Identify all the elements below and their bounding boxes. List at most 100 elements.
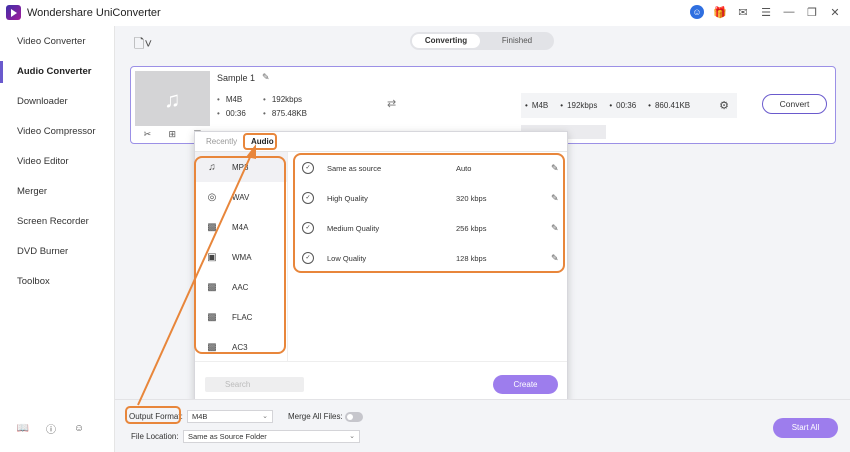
target-info[interactable]: • M4B • 192kbps • 00:36 • 860.41KB ⚙ xyxy=(521,93,737,118)
help-icon[interactable]: ⓘ xyxy=(45,422,57,436)
sidebar-item-merger[interactable]: Merger xyxy=(0,177,114,207)
merge-all-toggle[interactable] xyxy=(345,412,363,422)
target-duration: 00:36 xyxy=(616,101,637,110)
bottom-bar: Output Format: M4B ⌄ Merge All Files: Fi… xyxy=(115,399,850,452)
quality-name: Same as source xyxy=(327,163,382,173)
output-format-select[interactable]: M4B ⌄ xyxy=(187,410,273,423)
sidebar-item-audio-converter[interactable]: Audio Converter xyxy=(0,57,114,87)
quality-list: ✓ Same as source Auto ✎ ✓ High Quality 3… xyxy=(289,152,567,361)
source-bitrate: • 192kbps xyxy=(263,95,303,104)
quality-row[interactable]: ✓ Medium Quality 256 kbps ✎ xyxy=(289,213,567,243)
category-label: AAC xyxy=(232,282,249,292)
quality-icon: ✓ xyxy=(302,222,314,234)
target-format: M4B xyxy=(531,101,549,110)
convert-arrow-icon: ⇄ xyxy=(387,98,397,110)
close-icon[interactable]: ✕ xyxy=(828,5,842,19)
chevron-down-icon: ⌄ xyxy=(349,433,355,440)
scissors-icon[interactable]: ✂ xyxy=(144,129,152,140)
search-input[interactable] xyxy=(205,377,304,392)
popup-tabs: Recently Audio xyxy=(195,132,567,152)
edit-name-icon[interactable]: ✎ xyxy=(262,72,270,83)
quality-row[interactable]: ✓ Low Quality 128 kbps ✎ xyxy=(289,243,567,273)
edit-icon[interactable]: ✎ xyxy=(551,253,559,264)
app-title: Wondershare UniConverter xyxy=(27,7,161,19)
edit-icon[interactable]: ✎ xyxy=(551,193,559,204)
sidebar-item-toolbox[interactable]: Toolbox xyxy=(0,267,114,297)
category-label: WAV xyxy=(232,192,250,202)
category-ac3[interactable]: ▩ AC3 xyxy=(195,332,287,361)
sidebar-item-video-converter[interactable]: Video Converter xyxy=(0,27,114,57)
popup-footer: ⚲ Create xyxy=(195,361,567,404)
quality-row[interactable]: ✓ Same as source Auto ✎ xyxy=(289,153,567,183)
file-location-value: Same as Source Folder xyxy=(188,432,267,441)
tab-recently[interactable]: Recently xyxy=(206,137,237,146)
gift-icon[interactable]: 🎁 xyxy=(713,5,727,19)
sidebar: Video Converter Audio Converter Download… xyxy=(0,26,115,452)
output-format-label: Output Format: xyxy=(129,412,183,421)
title-bar-icons: ☺ 🎁 ✉ ☰ — ❐ ✕ xyxy=(690,5,842,19)
source-size-value: 875.48KB xyxy=(271,109,307,118)
account-icon[interactable]: ☺ xyxy=(73,422,85,434)
category-label: FLAC xyxy=(232,312,253,322)
sidebar-item-video-editor[interactable]: Video Editor xyxy=(0,147,114,177)
source-size: • 875.48KB xyxy=(263,109,307,118)
sidebar-item-dvd-burner[interactable]: DVD Burner xyxy=(0,237,114,267)
convert-button[interactable]: Convert xyxy=(762,94,827,114)
quality-icon: ✓ xyxy=(302,162,314,174)
maximize-icon[interactable]: ❐ xyxy=(805,5,819,19)
music-note-icon: ♫ xyxy=(164,87,181,112)
gear-icon[interactable]: ⚙ xyxy=(719,99,729,112)
source-bitrate-value: 192kbps xyxy=(271,95,303,104)
wma-icon: ▣ xyxy=(207,251,217,263)
aac-icon: ▩ xyxy=(207,281,217,293)
format-category-list: ♫ MP3 ◎ WAV ▩ M4A ▣ WMA ▩ AAC ▩ FLAC ▩ A… xyxy=(195,152,288,361)
quality-icon: ✓ xyxy=(302,192,314,204)
output-format-value: M4B xyxy=(192,412,208,421)
title-bar: Wondershare UniConverter ☺ 🎁 ✉ ☰ — ❐ ✕ xyxy=(0,0,850,26)
sidebar-item-video-compressor[interactable]: Video Compressor xyxy=(0,117,114,147)
target-bitrate: 192kbps xyxy=(567,101,598,110)
quality-name: Low Quality xyxy=(327,253,367,263)
create-button[interactable]: Create xyxy=(493,375,558,394)
category-label: MP3 xyxy=(232,162,249,172)
mail-icon[interactable]: ✉ xyxy=(736,5,750,19)
quality-row[interactable]: ✓ High Quality 320 kbps ✎ xyxy=(289,183,567,213)
menu-icon[interactable]: ☰ xyxy=(759,5,773,19)
edit-icon[interactable]: ✎ xyxy=(551,163,559,174)
category-wma[interactable]: ▣ WMA xyxy=(195,242,287,272)
edit-icon[interactable]: ✎ xyxy=(551,223,559,234)
category-label: M4A xyxy=(232,222,249,232)
merge-all-label: Merge All Files: xyxy=(288,412,343,421)
status-tabs: Converting Finished xyxy=(410,32,554,50)
tab-converting[interactable]: Converting xyxy=(412,34,480,48)
category-m4a[interactable]: ▩ M4A xyxy=(195,212,287,242)
add-file-icon[interactable]: 🗋˅ xyxy=(134,35,152,57)
sidebar-item-screen-recorder[interactable]: Screen Recorder xyxy=(0,207,114,237)
crop-icon[interactable]: ⊞ xyxy=(168,129,176,140)
app-logo xyxy=(6,5,21,20)
category-label: AC3 xyxy=(232,342,248,352)
category-aac[interactable]: ▩ AAC xyxy=(195,272,287,302)
category-flac[interactable]: ▩ FLAC xyxy=(195,302,287,332)
wav-icon: ◎ xyxy=(207,191,217,203)
source-format: • M4B xyxy=(217,95,243,104)
quality-name: High Quality xyxy=(327,193,368,203)
category-label: WMA xyxy=(232,252,252,262)
ac3-icon: ▩ xyxy=(207,341,217,353)
category-wav[interactable]: ◎ WAV xyxy=(195,182,287,212)
tab-audio[interactable]: Audio xyxy=(251,137,274,146)
minimize-icon[interactable]: — xyxy=(782,5,796,19)
category-mp3[interactable]: ♫ MP3 xyxy=(195,152,287,182)
book-icon[interactable]: 📖 xyxy=(17,422,29,434)
file-location-select[interactable]: Same as Source Folder ⌄ xyxy=(183,430,360,443)
format-popup: Recently Audio ♫ MP3 ◎ WAV ▩ M4A ▣ WMA ▩… xyxy=(194,131,568,404)
tab-finished[interactable]: Finished xyxy=(482,34,552,48)
start-all-button[interactable]: Start All xyxy=(773,418,838,438)
flac-icon: ▩ xyxy=(207,311,217,323)
sidebar-item-downloader[interactable]: Downloader xyxy=(0,87,114,117)
user-icon[interactable]: ☺ xyxy=(690,5,704,19)
target-size: 860.41KB xyxy=(654,101,691,110)
quality-rate: Auto xyxy=(456,163,472,173)
quality-rate: 320 kbps xyxy=(456,193,487,203)
source-duration-value: 00:36 xyxy=(225,109,246,118)
